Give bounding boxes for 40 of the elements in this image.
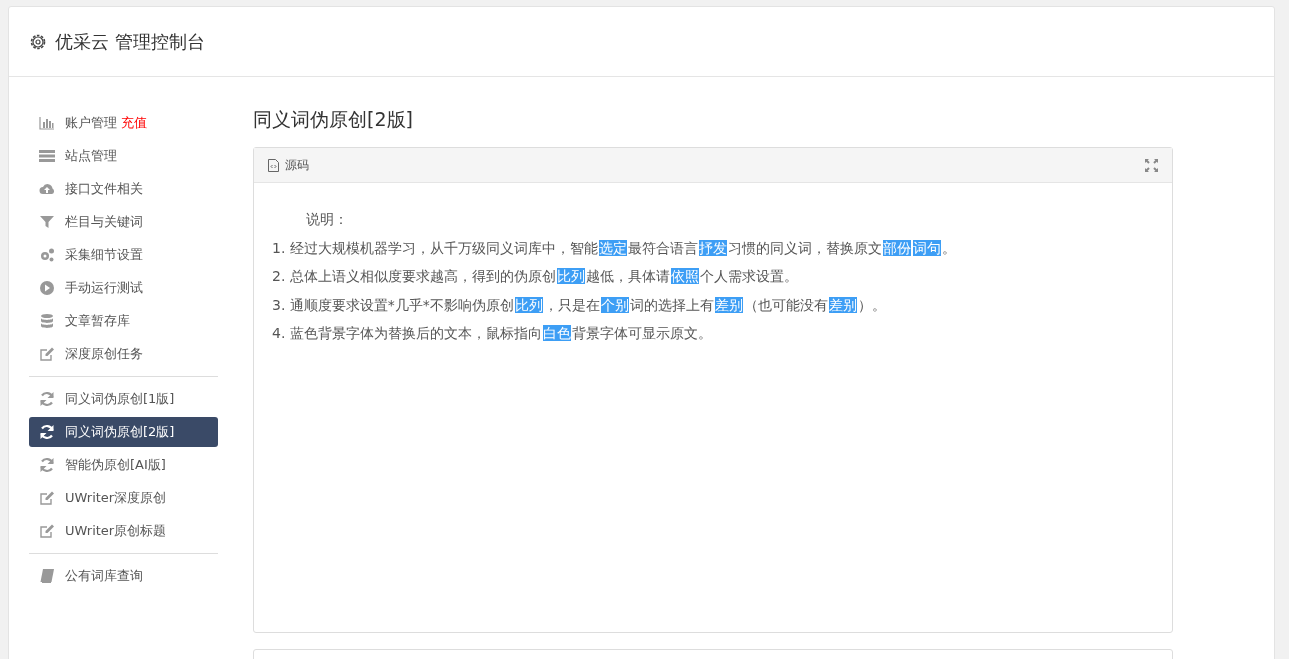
instruction-line: 2. 总体上语义相似度要求越高，得到的伪原创 比列越低，具体请依照个人需求设置。 (272, 267, 799, 286)
edit-icon (39, 523, 55, 539)
instructions-heading: 说明： (305, 210, 349, 229)
sidebar-item[interactable]: 智能伪原创[AI版] (29, 450, 218, 480)
settings-icon (29, 32, 47, 51)
sidebar-item[interactable]: 站点管理 (29, 141, 218, 171)
book-icon (39, 568, 55, 584)
instruction-line: 4. 蓝色背景字体为替换后的文本，鼠标指向 白色背景字体可显示原文。 (272, 324, 713, 343)
code-file-icon (268, 158, 279, 172)
sidebar-item[interactable]: 手动运行测试 (29, 273, 218, 303)
instruction-line: 3. 通顺度要求设置*几乎*不影响伪原创 比列，只是在个别词的选择上有差别（也可能没有差别）。 (272, 295, 887, 315)
edit-icon (39, 490, 55, 506)
filter-icon (39, 214, 55, 230)
sidebar-item[interactable]: 接口文件相关 (29, 174, 218, 204)
console-title: 优采云 管理控制台 (55, 29, 205, 54)
recharge-link[interactable]: 充值 (121, 114, 147, 132)
sidebar-item[interactable]: 文章暂存库 (29, 306, 218, 336)
sidebar-item[interactable]: 同义词伪原创[1版] (29, 384, 218, 414)
play-icon (39, 280, 55, 296)
sidebar-item[interactable]: 采集细节设置 (29, 240, 218, 270)
sidebar-item[interactable]: 同义词伪原创[2版] (29, 417, 218, 447)
cloud-upload-icon (39, 181, 55, 197)
page-title: 同义词伪原创[2版] (253, 107, 414, 132)
sidebar-item[interactable]: UWriter深度原创 (29, 483, 218, 513)
refresh-icon (39, 391, 55, 407)
gears-icon (39, 247, 55, 263)
edit-icon (39, 346, 55, 362)
server-icon (39, 148, 55, 164)
sidebar-item[interactable]: UWriter原创标题 (29, 516, 218, 546)
sidebar-item[interactable]: 公有词库查询 (29, 561, 218, 591)
sidebar-item[interactable]: 深度原创任务 (29, 339, 218, 369)
database-icon (39, 313, 55, 329)
expand-icon[interactable] (1145, 158, 1158, 172)
source-tab[interactable]: 源码 (285, 156, 309, 174)
refresh-icon (39, 424, 55, 440)
instruction-line: 1. 经过大规模机器学习，从千万级同义词库中，智能选定最符合语言抒发习惯的同义词，替换原文部份词句。 (272, 238, 957, 258)
sidebar-item[interactable]: 栏目与关键词 (29, 207, 218, 237)
bar-chart-icon (39, 115, 55, 131)
refresh-icon (39, 457, 55, 473)
sidebar-item[interactable]: 账户管理 充值 (29, 108, 218, 138)
